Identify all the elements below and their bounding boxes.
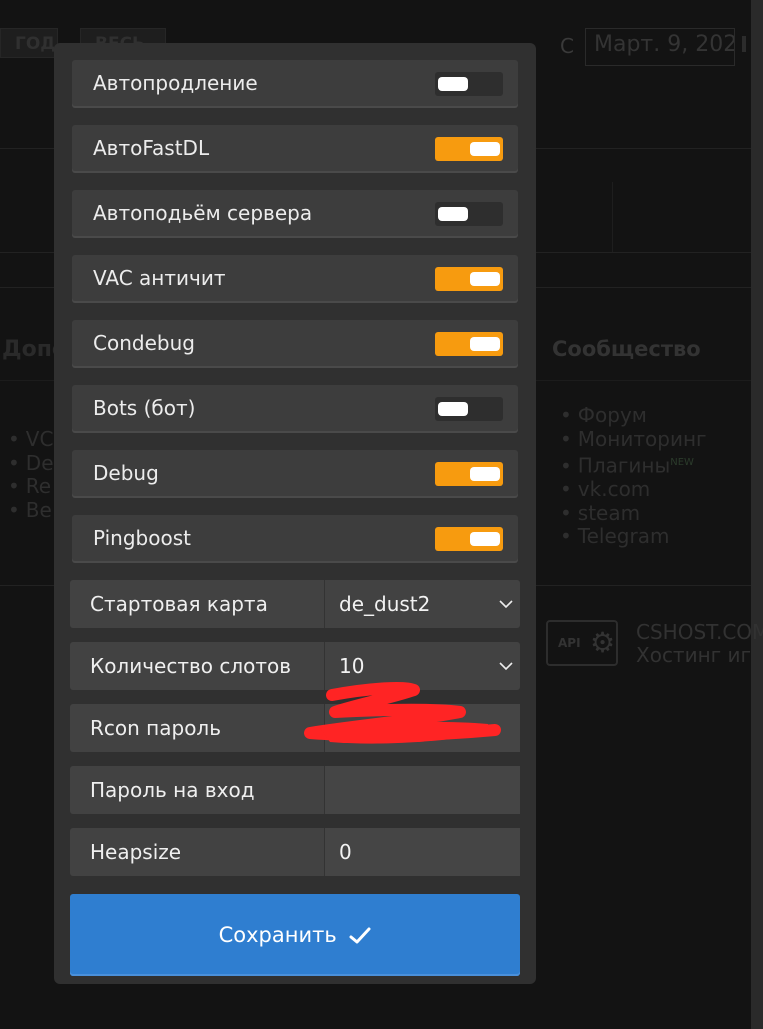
redaction-scribble	[304, 681, 501, 744]
